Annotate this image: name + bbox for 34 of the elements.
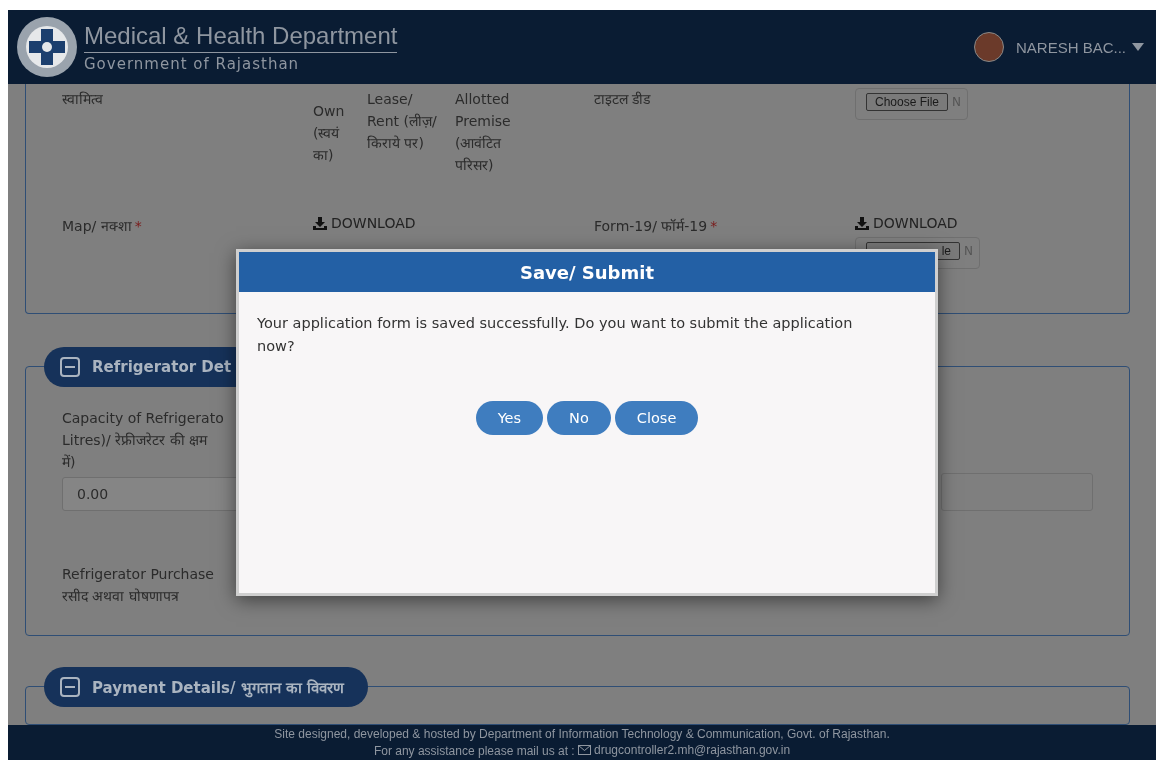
- field-label: टाइटल डीड: [594, 90, 652, 109]
- footer-credit: Site designed, developed & hosted by Department of Information Technology & Communication, Govt. of Rajasthan.: [273, 726, 891, 742]
- required-mark: *: [134, 218, 142, 234]
- field-label: स्वामित्व: [62, 90, 104, 109]
- dialog-button[interactable]: Close: [614, 401, 699, 435]
- site-title: Medical & Health Department: [84, 21, 398, 53]
- dialog-title: Save/ Submit: [239, 252, 935, 292]
- user-avatar[interactable]: [973, 32, 1004, 62]
- site-subtitle: Government of Rajasthan: [84, 55, 301, 73]
- radio-option[interactable]: Allotted Premise (आवंटित परिसर): [455, 88, 529, 176]
- dialog-button[interactable]: No: [547, 401, 611, 435]
- email-link[interactable]: drugcontroller2.mh@rajasthan.gov.in: [594, 742, 791, 758]
- user-name[interactable]: NARESH BAC...: [1015, 38, 1126, 56]
- download-icon: [855, 216, 869, 230]
- download-link[interactable]: DOWNLOAD: [873, 215, 958, 231]
- collapse-icon[interactable]: [60, 676, 80, 697]
- download-icon: [313, 216, 327, 230]
- dialog-message: Your application form is saved successfully. Do you want to submit the application now?: [256, 314, 854, 356]
- section-header[interactable]: Payment Details/ भुगतान का विवरण: [44, 666, 369, 707]
- radio-option[interactable]: Lease/ Rent (लीज़/ किराये पर): [367, 88, 441, 176]
- logo-icon: [16, 16, 78, 78]
- collapse-icon[interactable]: [60, 357, 80, 378]
- mail-icon: [578, 745, 591, 755]
- field-label: Map/ नक्शा: [62, 218, 132, 234]
- caret-icon[interactable]: [1132, 43, 1144, 51]
- field-label: Capacity of Refrigerato Litres)/ रेफ्रीजरेटर की क्षम में): [62, 409, 224, 473]
- footer-text: For any assistance please mail us at :: [373, 744, 575, 758]
- required-mark: *: [710, 218, 718, 234]
- download-link[interactable]: DOWNLOAD: [331, 215, 416, 231]
- field-label: Form-19/ फॉर्म-19: [594, 218, 708, 234]
- text-field[interactable]: [941, 473, 1093, 512]
- field-label: Refrigerator Purchase रसीद अथवा घोषणापत्र: [62, 565, 214, 607]
- dialog-button[interactable]: Yes: [475, 401, 544, 435]
- radio-option[interactable]: Own (स्वयं का): [313, 88, 353, 176]
